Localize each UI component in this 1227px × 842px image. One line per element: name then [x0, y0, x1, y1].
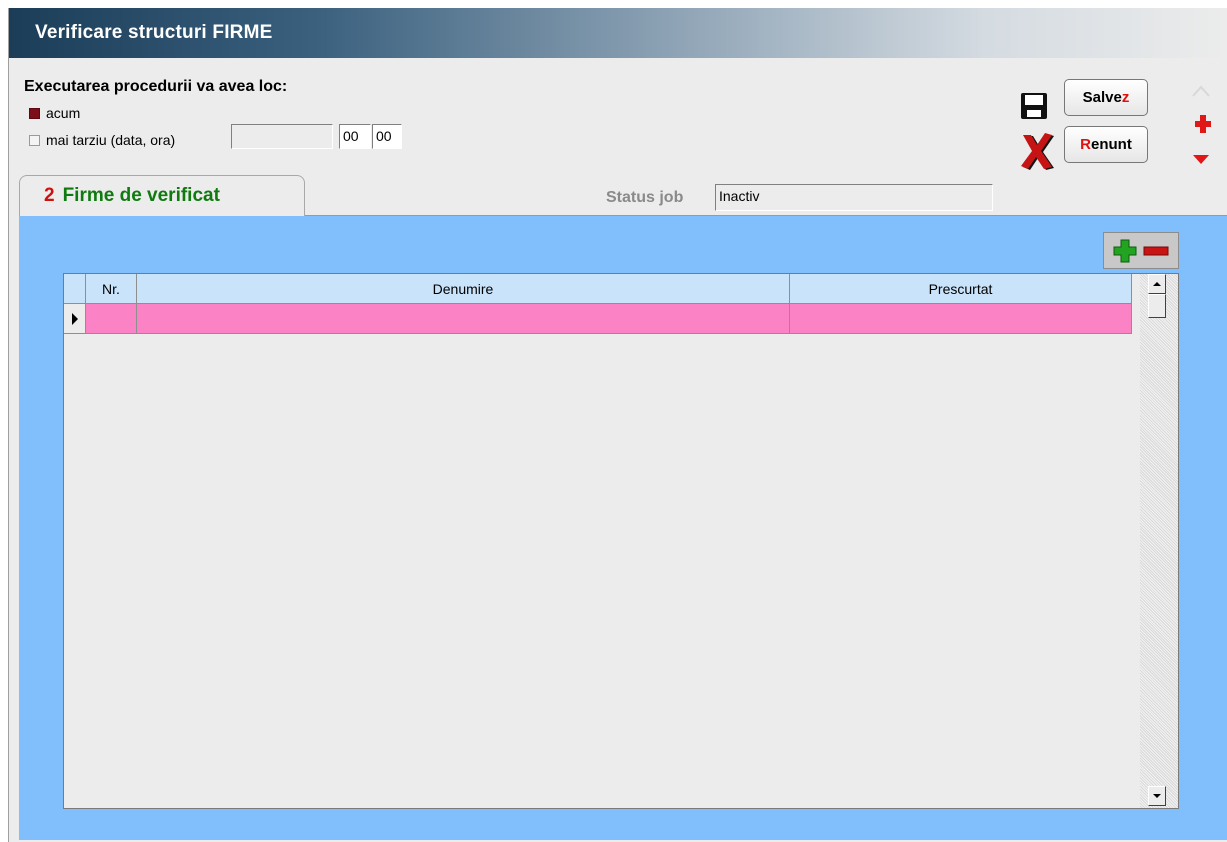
cancel-button-label: enunt	[1091, 136, 1132, 153]
minute-input[interactable]: 00	[372, 124, 402, 149]
radio-later-icon[interactable]	[29, 134, 40, 146]
save-button-label: Salve	[1082, 89, 1122, 106]
cancel-x-icon[interactable]	[1019, 131, 1055, 171]
row-selector[interactable]	[64, 304, 86, 334]
title-bar: Verificare structuri FIRME	[9, 8, 1227, 58]
cell-prescurtat[interactable]	[790, 304, 1132, 334]
scroll-up-icon	[1153, 282, 1161, 286]
row-actions	[1103, 232, 1179, 269]
companies-table: Nr. Denumire Prescurtat	[63, 273, 1179, 809]
tab-label: Firme de verificat	[62, 185, 220, 206]
app-window: Verificare structuri FIRME Executarea pr…	[8, 8, 1227, 842]
scroll-down-icon	[1153, 794, 1161, 798]
arrow-down-icon[interactable]	[1191, 152, 1211, 166]
plus-icon[interactable]	[1194, 114, 1212, 134]
tab-firme-de-verificat[interactable]: 2 Firme de verificat	[19, 175, 305, 216]
scroll-down-button[interactable]	[1148, 786, 1166, 806]
execution-label: Executarea procedurii va avea loc:	[24, 78, 288, 95]
cell-nr[interactable]	[86, 304, 137, 334]
remove-row-icon[interactable]	[1143, 246, 1169, 256]
row-header-corner	[64, 274, 86, 304]
hour-input[interactable]: 00	[339, 124, 371, 149]
option-later[interactable]: mai tarziu (data, ora)	[29, 132, 175, 148]
status-field: Inactiv	[715, 184, 993, 211]
option-now-label: acum	[46, 105, 81, 121]
tab-panel: Nr. Denumire Prescurtat	[19, 215, 1227, 840]
save-hotkey: z	[1121, 89, 1130, 106]
scroll-thumb[interactable]	[1148, 294, 1166, 318]
column-header-denumire[interactable]: Denumire	[137, 274, 790, 304]
radio-now-icon[interactable]	[29, 107, 40, 119]
cancel-button[interactable]: Renunt	[1064, 126, 1148, 163]
vertical-scrollbar[interactable]	[1140, 274, 1178, 808]
scroll-up-button[interactable]	[1148, 274, 1166, 294]
save-button[interactable]: Salve z	[1064, 79, 1148, 116]
add-row-icon[interactable]	[1113, 239, 1137, 263]
column-header-nr[interactable]: Nr.	[86, 274, 137, 304]
date-input[interactable]	[231, 124, 333, 149]
save-icon[interactable]	[1019, 91, 1049, 121]
option-now[interactable]: acum	[29, 105, 80, 121]
row-pointer-icon	[71, 312, 78, 325]
window-title: Verificare structuri FIRME	[35, 22, 273, 43]
option-later-label: mai tarziu (data, ora)	[46, 132, 176, 148]
cancel-hotkey: R	[1080, 136, 1091, 153]
arrow-up-icon[interactable]	[1191, 84, 1211, 98]
cell-denumire[interactable]	[137, 304, 790, 334]
tab-number: 2	[44, 185, 55, 206]
status-label: Status job	[606, 189, 684, 206]
column-header-prescurtat[interactable]: Prescurtat	[790, 274, 1132, 304]
